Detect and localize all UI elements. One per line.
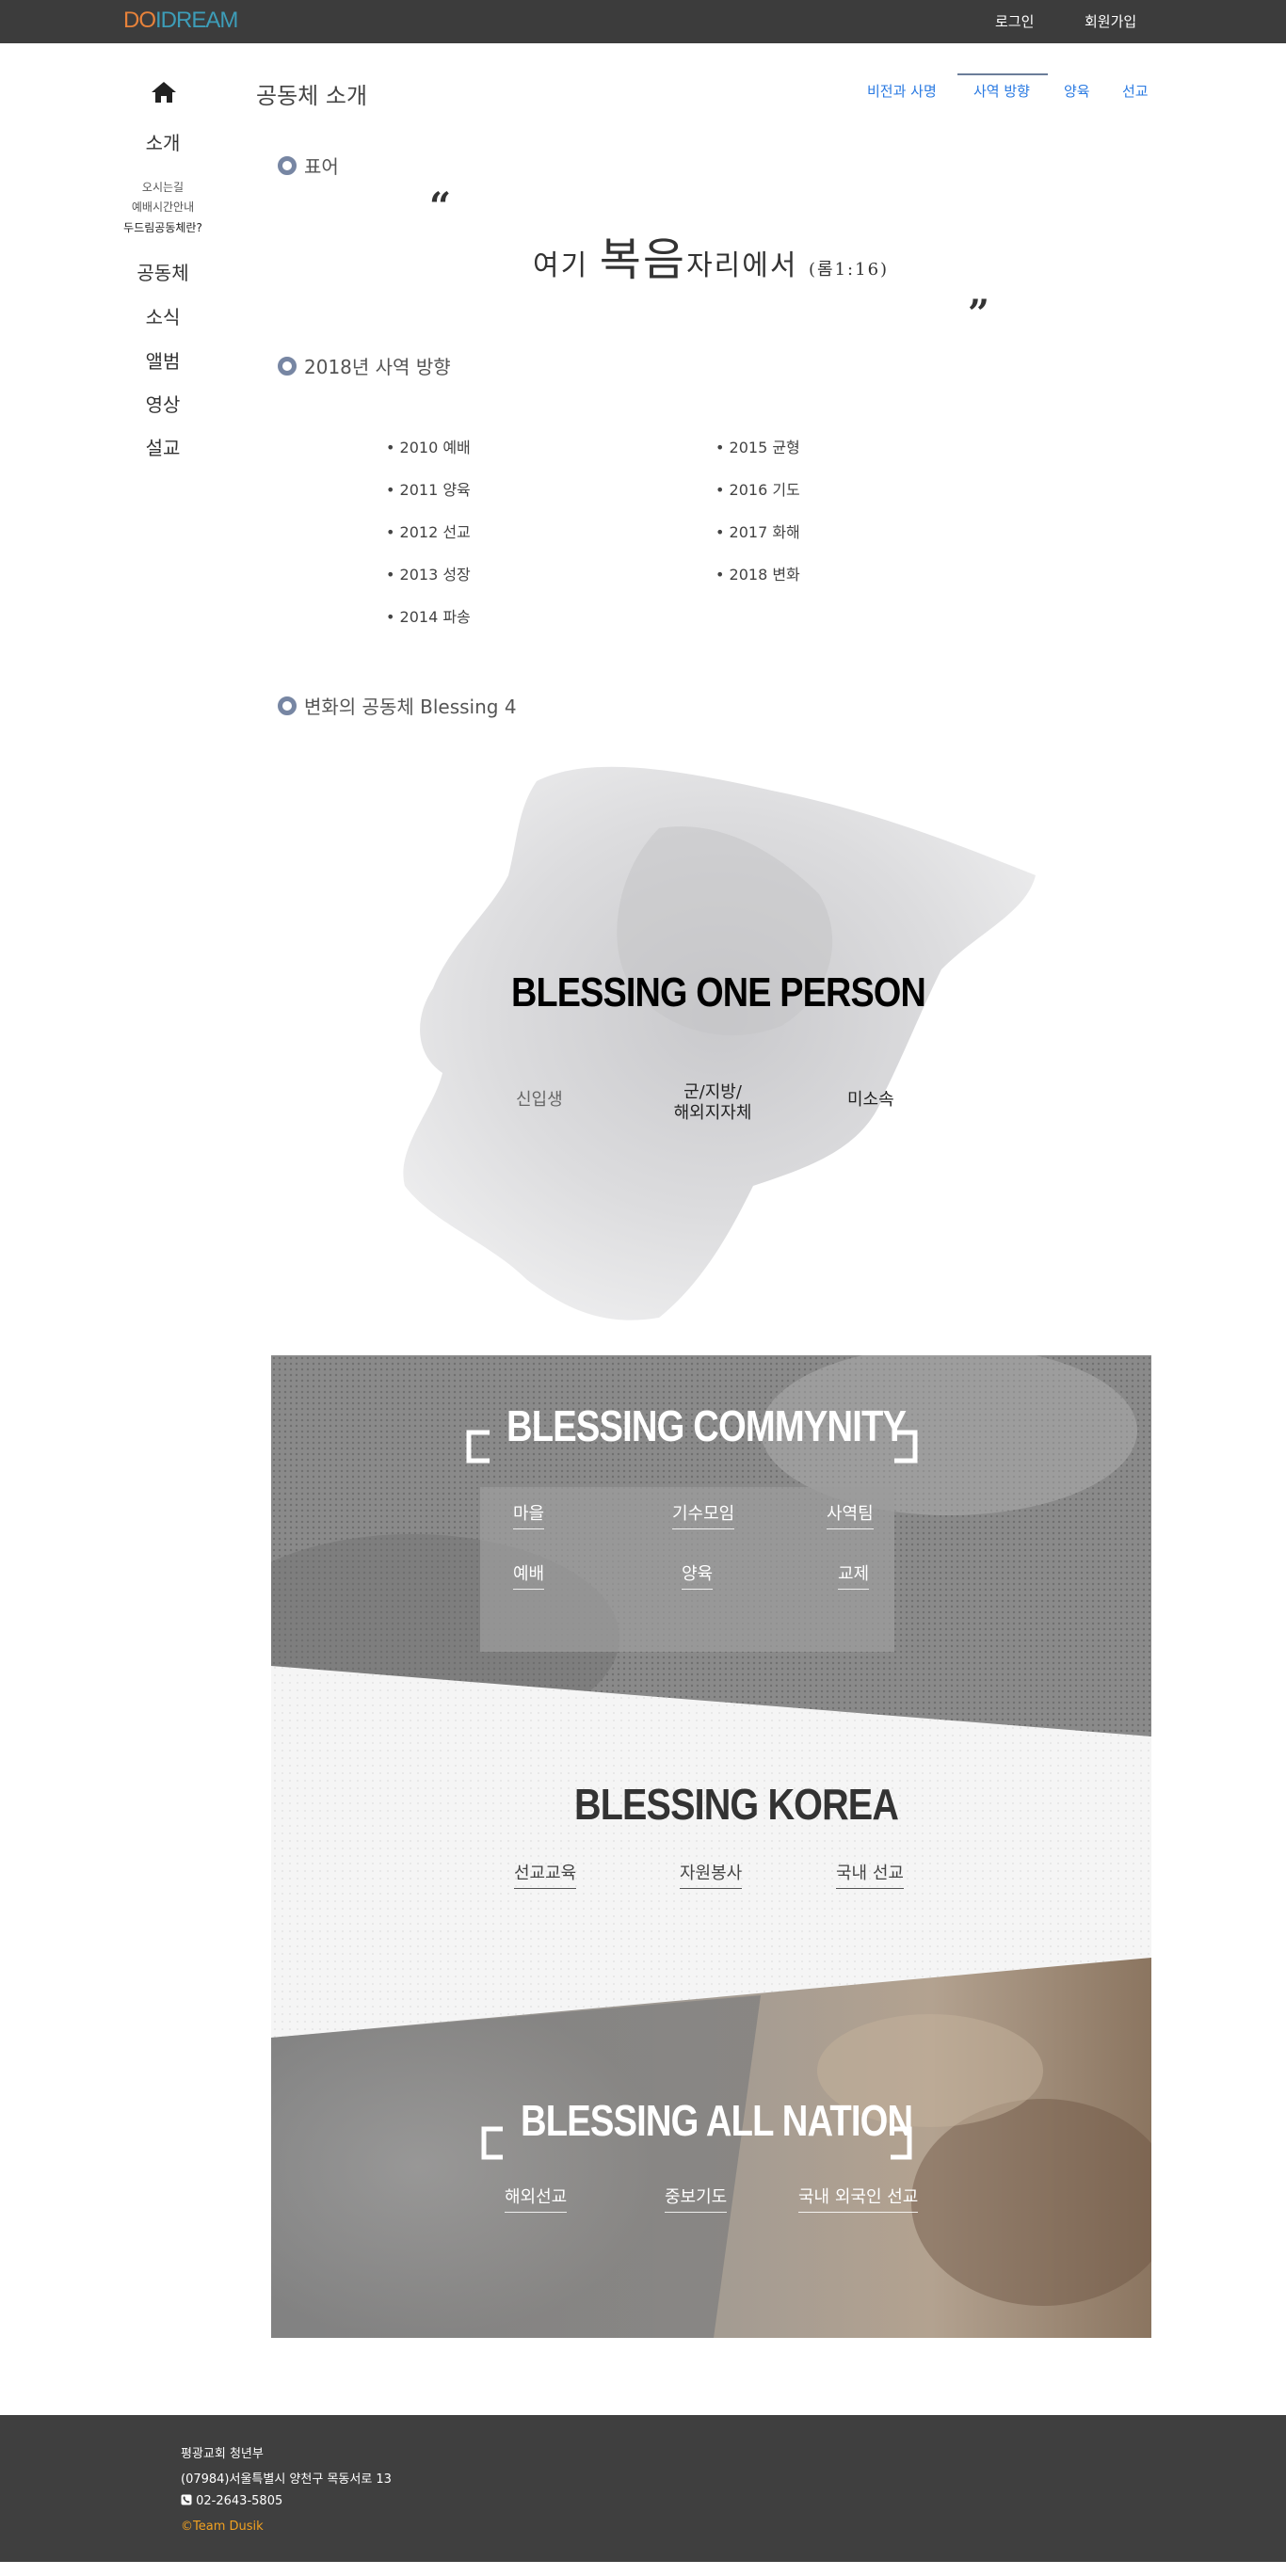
one-person-item-unaffiliated[interactable]: 미소속 (847, 1090, 894, 1111)
footer-phone: 02-2643-5805 (181, 2494, 282, 2508)
sidebar-subitem-directions[interactable]: 오시는길 (104, 179, 222, 195)
sidebar-subitem-about-community[interactable]: 두드림공동체란? (104, 219, 222, 235)
motto-reference: (롬1:16) (809, 260, 890, 280)
year-item: • 2017 화해 (715, 523, 800, 541)
nation-link-overseas-mission[interactable]: 해외선교 (505, 2184, 568, 2213)
blessing-all-nation-title: BLESSING ALL NATION (521, 2096, 913, 2145)
bullet-ring-icon (278, 696, 297, 715)
community-link-ministry-team[interactable]: 사역팀 (827, 1500, 874, 1529)
bullet-ring-icon (278, 356, 297, 376)
section-heading-motto: 표어 (278, 152, 339, 179)
community-link-cohort[interactable]: 기수모임 (672, 1500, 735, 1529)
blessing-community-title: BLESSING COMMYNITY (506, 1401, 907, 1450)
korea-link-volunteer[interactable]: 자원봉사 (680, 1860, 743, 1889)
tab-vision[interactable]: 비전과 사명 (867, 81, 937, 101)
section-heading-blessing: 변화의 공동체 Blessing 4 (278, 692, 517, 719)
sidebar-subitem-worship-time[interactable]: 예배시간안내 (104, 199, 222, 215)
community-link-nurture[interactable]: 양육 (682, 1560, 714, 1590)
bullet-ring-icon (278, 155, 297, 175)
year-item: • 2015 균형 (715, 439, 800, 456)
sidebar-item-intro[interactable]: 소개 (104, 128, 222, 155)
sidebar-item-sermon[interactable]: 설교 (104, 433, 222, 460)
one-person-item-line: 해외지자체 (673, 1103, 752, 1123)
tab-nurture[interactable]: 양육 (1064, 81, 1090, 101)
korea-link-mission-education[interactable]: 선교교육 (514, 1860, 577, 1889)
nation-link-foreigner-mission[interactable]: 국내 외국인 선교 (798, 2184, 919, 2213)
signup-link[interactable]: 회원가입 (1085, 11, 1136, 31)
sidebar-item-community[interactable]: 공동체 (104, 258, 222, 285)
year-item: • 2010 예배 (386, 439, 471, 456)
home-icon[interactable] (151, 81, 177, 104)
section-heading-text: 2018년 사역 방향 (304, 356, 451, 378)
year-item: • 2013 성장 (386, 566, 471, 584)
nation-link-intercession[interactable]: 중보기도 (665, 2184, 728, 2213)
footer-address: (07984)서울특별시 양천구 목동서로 13 (181, 2472, 392, 2487)
community-link-village[interactable]: 마을 (513, 1500, 545, 1529)
community-link-fellowship[interactable]: 교제 (838, 1560, 870, 1590)
sidebar-item-video[interactable]: 영상 (104, 390, 222, 417)
site-logo[interactable]: DOIDREAM (123, 8, 239, 34)
footer-credit: ©Team Dusik (181, 2520, 264, 2534)
sidebar-item-news[interactable]: 소식 (104, 302, 222, 329)
section-heading-text: 표어 (304, 155, 339, 178)
blessing-one-person-title: BLESSING ONE PERSON (511, 969, 926, 1016)
site-footer: 평광교회 청년부 (07984)서울특별시 양천구 목동서로 13 02-264… (0, 2415, 1286, 2562)
one-person-item-line: 군/지방/ (683, 1082, 742, 1102)
motto-emphasis: 복음 (599, 233, 687, 286)
one-person-item-military[interactable]: 군/지방/ 해외지자체 (670, 1082, 755, 1124)
active-tab-indicator (957, 73, 1048, 75)
year-item: • 2012 선교 (386, 523, 471, 541)
footer-phone-number: 02-2643-5805 (196, 2494, 283, 2508)
sidebar-item-album[interactable]: 앨범 (104, 346, 222, 374)
blessing-korea-title: BLESSING KOREA (574, 1780, 899, 1829)
motto-part: 자리에서 (686, 249, 810, 282)
korea-link-domestic-mission[interactable]: 국내 선교 (836, 1860, 904, 1889)
tab-ministry-direction[interactable]: 사역 방향 (973, 81, 1030, 101)
one-person-item-freshman[interactable]: 신입생 (516, 1090, 563, 1111)
watercolor-splash (403, 766, 1036, 1320)
year-item: • 2018 변화 (715, 566, 800, 584)
phone-icon (181, 2494, 192, 2505)
login-link[interactable]: 로그인 (995, 11, 1034, 31)
logo-part-dream: DREAM (160, 8, 239, 33)
page-title: 공동체 소개 (256, 83, 368, 109)
year-item: • 2014 파송 (386, 608, 471, 626)
year-item: • 2016 기도 (715, 481, 800, 499)
footer-org-name: 평광교회 청년부 (181, 2447, 264, 2461)
close-quote-icon: ” (968, 292, 990, 336)
motto-text: 여기 복음자리에서 (롬1:16) (533, 222, 889, 288)
top-navbar: DOIDREAM 로그인 회원가입 (0, 0, 1286, 43)
open-quote-icon: “ (429, 184, 452, 229)
year-item: • 2011 양육 (386, 481, 471, 499)
motto-part: 여기 (533, 249, 600, 282)
community-link-worship[interactable]: 예배 (513, 1560, 545, 1590)
section-heading-direction: 2018년 사역 방향 (278, 352, 451, 379)
section-heading-text: 변화의 공동체 Blessing 4 (304, 696, 517, 718)
tab-mission[interactable]: 선교 (1122, 81, 1149, 101)
logo-part-do: DO (123, 8, 156, 33)
blessing-bands: BLESSING COMMYNITY 마을 기수모임 사역팀 예배 양육 교제 … (271, 1355, 1151, 2338)
